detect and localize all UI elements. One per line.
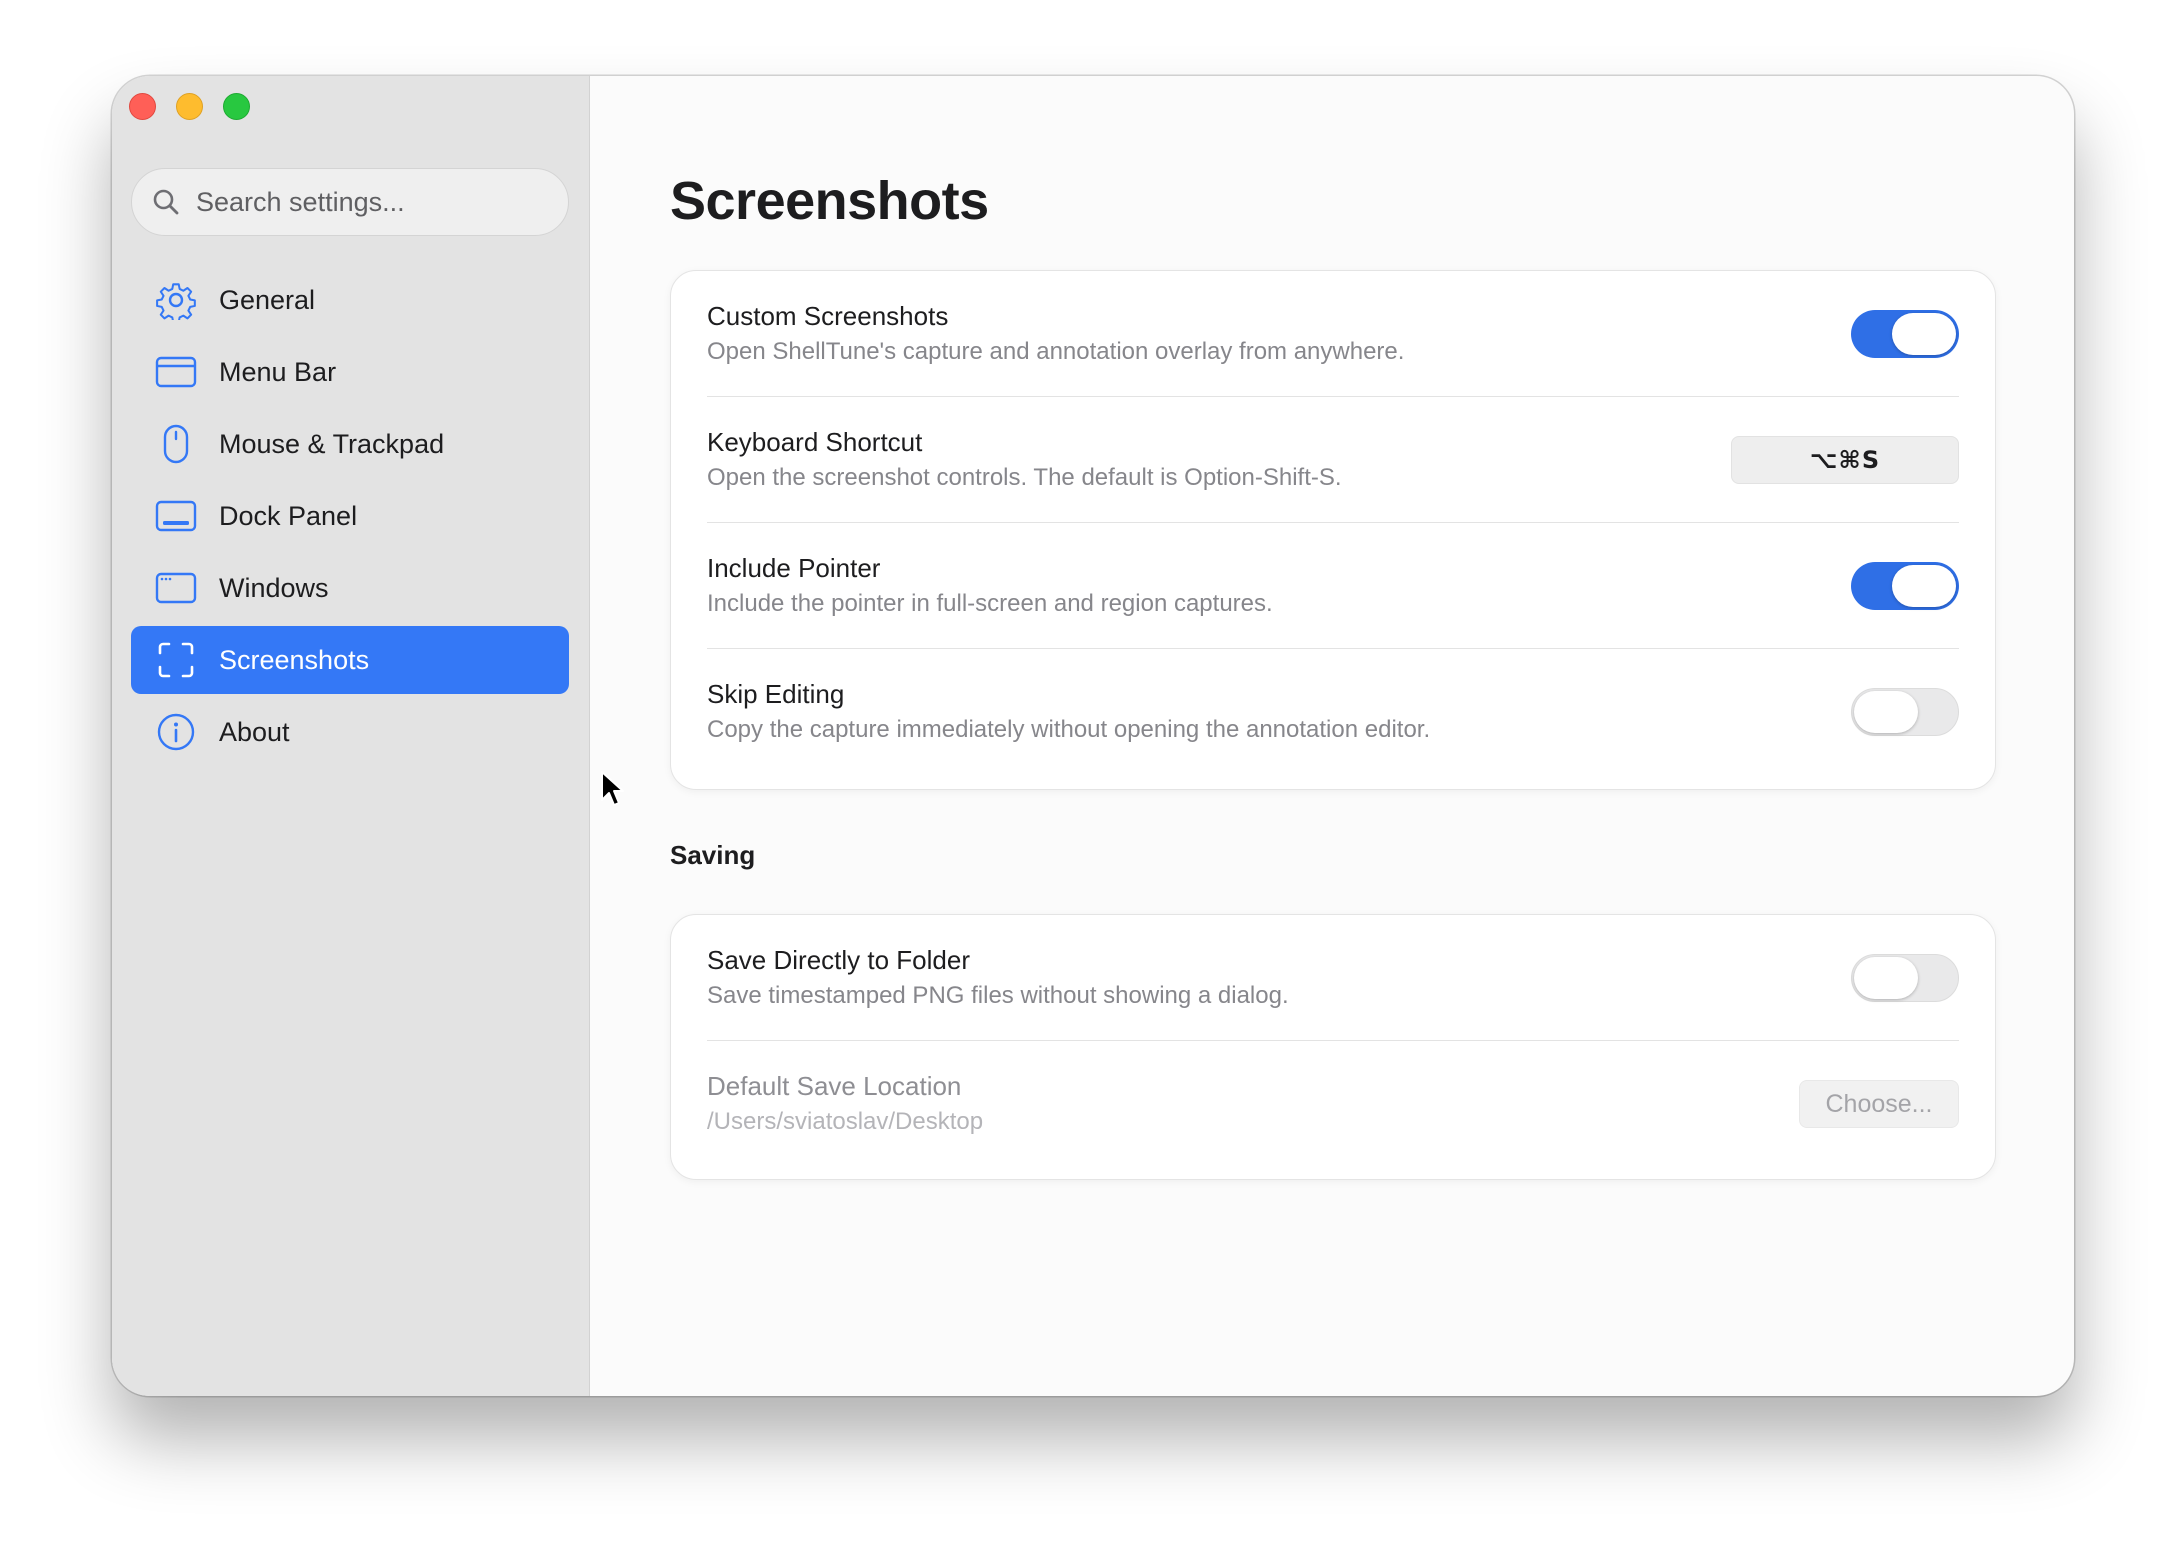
close-window-button[interactable] [129,93,156,120]
info-icon [155,711,197,753]
setting-row-skip-editing: Skip Editing Copy the capture immediatel… [707,649,1959,775]
custom-screenshots-toggle[interactable] [1851,309,1959,358]
search-input[interactable] [196,186,536,218]
content-pane: Screenshots Custom Screenshots Open Shel… [590,76,2074,1396]
screenshot-icon [155,639,197,681]
mouse-icon [155,423,197,465]
sidebar-item-label: Screenshots [219,644,370,675]
menu-bar-icon [155,351,197,393]
sidebar-item-label: Windows [219,572,329,603]
setting-description: Save timestamped PNG files without showi… [707,981,1289,1009]
dock-icon [155,495,197,537]
section-title-saving: Saving [670,840,756,870]
setting-title: Custom Screenshots [707,300,949,331]
sidebar-item-label: Dock Panel [219,500,358,531]
setting-title: Keyboard Shortcut [707,426,923,457]
setting-row-include-pointer: Include Pointer Include the pointer in f… [707,523,1959,649]
sidebar-item-label: Mouse & Trackpad [219,428,445,459]
setting-row-save-directly: Save Directly to Folder Save timestamped… [707,915,1959,1041]
sidebar-item-screenshots[interactable]: Screenshots [131,626,569,694]
setting-title: Skip Editing [707,679,845,709]
setting-row-keyboard-shortcut: Keyboard Shortcut Open the screenshot co… [707,397,1959,523]
search-icon [153,189,179,215]
window-controls [129,93,250,120]
minimize-window-button[interactable] [176,93,203,120]
page-title: Screenshots [670,171,989,231]
setting-description: Open ShellTune's capture and annotation … [707,337,1405,365]
setting-description: Open the screenshot controls. The defaul… [707,463,1342,491]
sidebar-item-label: Menu Bar [219,356,337,387]
gear-icon [155,279,197,321]
skip-editing-toggle[interactable] [1851,688,1959,736]
save-location-path: /Users/sviatoslav/Desktop [707,1108,984,1135]
sidebar-item-label: General [219,284,316,315]
sidebar-item-about[interactable]: About [131,698,569,766]
sidebar-item-general[interactable]: General [131,266,569,334]
search-box[interactable] [131,168,569,236]
sidebar-item-windows[interactable]: Windows [131,554,569,622]
setting-row-default-save-location: Default Save Location /Users/sviatoslav/… [707,1041,1959,1167]
save-directly-toggle[interactable] [1851,953,1959,1002]
setting-row-custom-screenshots: Custom Screenshots Open ShellTune's capt… [707,271,1959,397]
setting-description: Copy the capture immediately without ope… [707,716,1431,743]
sidebar-item-dock-panel[interactable]: Dock Panel [131,482,569,550]
zoom-window-button[interactable] [223,93,250,120]
setting-title: Default Save Location [707,1071,962,1101]
saving-settings-card: Save Directly to Folder Save timestamped… [670,914,1996,1180]
keyboard-shortcut-recorder[interactable]: ⌥⌘S [1731,435,1959,484]
choose-folder-button[interactable]: Choose... [1799,1080,1959,1128]
screenshots-settings-card: Custom Screenshots Open ShellTune's capt… [670,270,1996,790]
setting-title: Save Directly to Folder [707,944,970,975]
sidebar-item-mouse-trackpad[interactable]: Mouse & Trackpad [131,410,569,478]
setting-description: Include the pointer in full-screen and r… [707,589,1273,617]
include-pointer-toggle[interactable] [1851,561,1959,610]
window-icon [155,567,197,609]
sidebar-item-label: About [219,716,290,747]
mouse-pointer-icon [601,771,624,806]
settings-window: General Menu Bar Mouse [112,76,2074,1396]
sidebar: General Menu Bar Mouse [112,76,590,1396]
setting-title: Include Pointer [707,552,881,583]
sidebar-nav: General Menu Bar Mouse & Trackpad Dock P… [131,266,569,770]
sidebar-item-menu-bar[interactable]: Menu Bar [131,338,569,406]
